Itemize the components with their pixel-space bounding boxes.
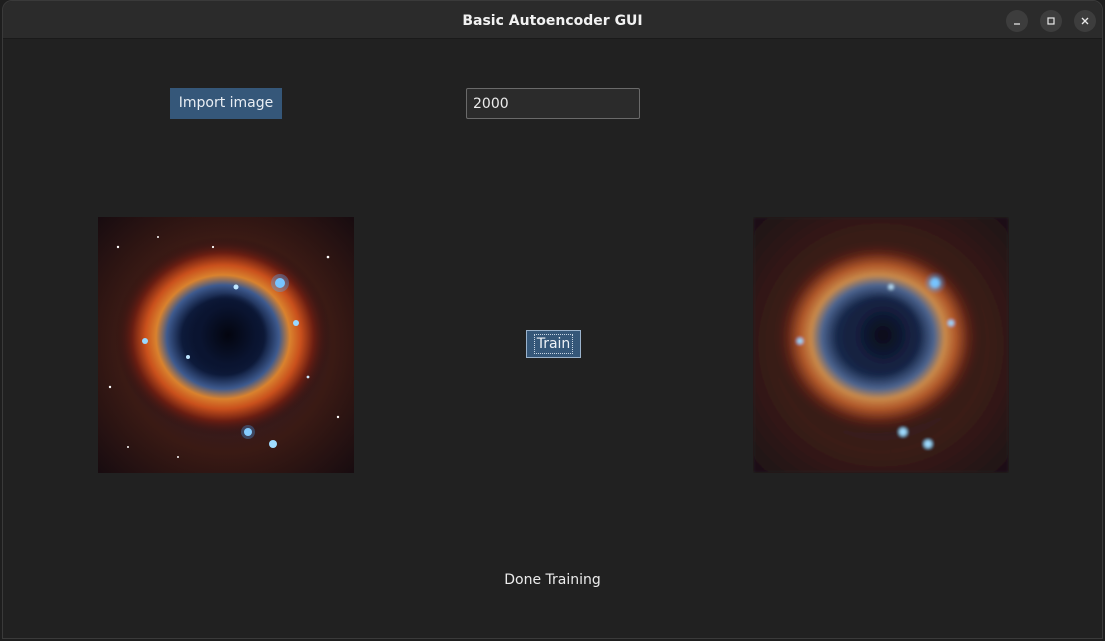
status-text: Done Training [504,572,601,588]
minimize-icon [1014,23,1020,25]
train-button-label: Train [533,334,574,354]
minimize-button[interactable] [1006,10,1028,32]
reconstructed-nebula-graphic [753,217,1009,473]
original-nebula-graphic [98,217,354,473]
iterations-input[interactable] [466,88,640,119]
train-button[interactable]: Train [526,330,581,358]
maximize-icon [1047,17,1055,25]
reconstructed-image [753,217,1009,473]
close-button[interactable] [1074,10,1096,32]
maximize-button[interactable] [1040,10,1062,32]
app-window: Basic Autoencoder GUI Import image 2000 … [2,0,1103,639]
window-title: Basic Autoencoder GUI [462,13,643,29]
title-bar[interactable]: Basic Autoencoder GUI [3,1,1102,39]
import-image-button[interactable]: Import image [170,88,282,119]
main-content: Import image 2000 Train Done Training [3,39,1102,638]
original-image [98,217,354,473]
close-icon [1081,17,1089,25]
